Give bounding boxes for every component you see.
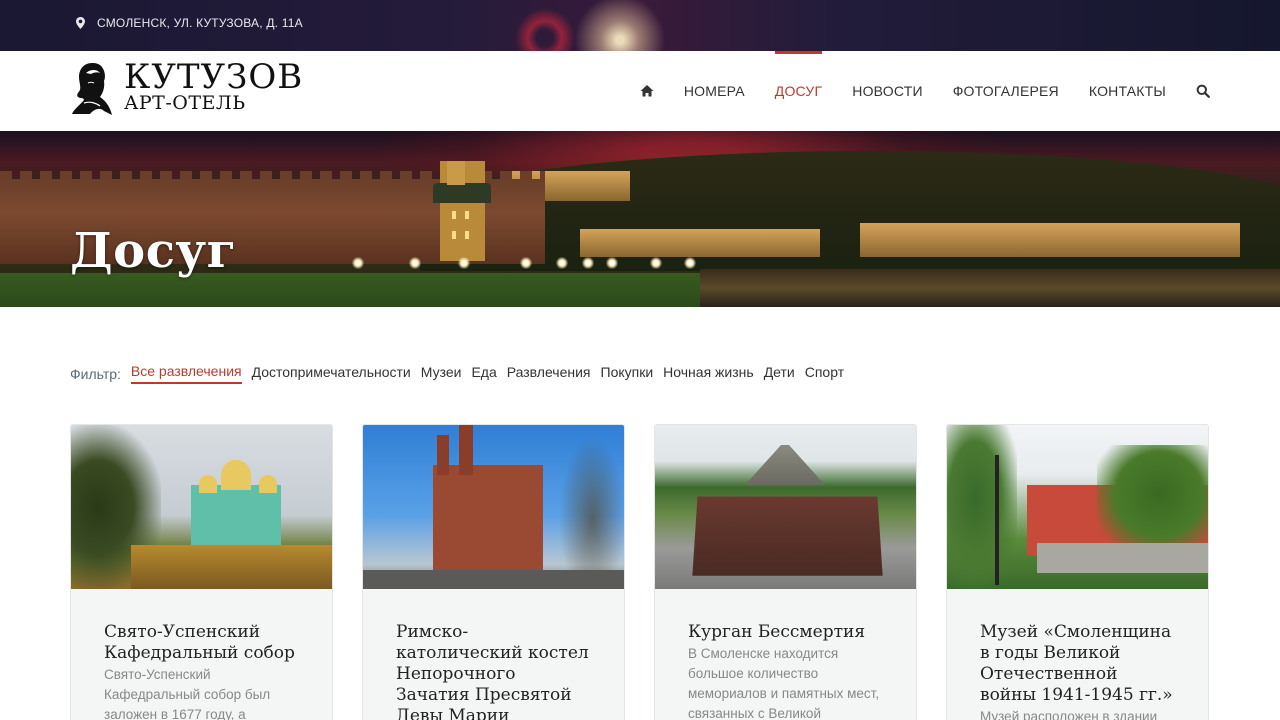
top-bar: СМОЛЕНСК, УЛ. КУТУЗОВА, Д. 11А [0, 0, 1280, 51]
kremlin-tower-roof [433, 183, 491, 203]
nav-news[interactable]: НОВОСТИ [852, 51, 922, 131]
attraction-card[interactable]: Курган Бессмертия В Смоленске находится … [654, 424, 917, 720]
kutuzov-bust-logo-icon [72, 63, 112, 115]
tower-window [465, 211, 469, 219]
card-title[interactable]: Музей «Смоленщина в годы Великой Отечест… [980, 622, 1175, 706]
street-light [556, 257, 568, 269]
church-photo[interactable] [363, 425, 624, 589]
filter-label: Фильтр: [70, 365, 121, 382]
map-pin-icon [76, 17, 85, 29]
card-title[interactable]: Курган Бессмертия [688, 622, 883, 643]
memorial-photo[interactable] [655, 425, 916, 589]
street-light [409, 257, 421, 269]
nav-rooms[interactable]: НОМЕРА [684, 51, 745, 131]
kremlin-tower-top [447, 161, 465, 185]
hero-buildings [860, 223, 1240, 257]
header: КУТУЗОВ АРТ-ОТЕЛЬ НОМЕРА ДОСУГ НОВОСТИ Ф… [0, 51, 1280, 131]
card-text: Музей расположен в здании [980, 709, 1158, 720]
nav-home[interactable] [640, 51, 654, 131]
cathedral-photo[interactable] [71, 425, 332, 589]
logo[interactable]: КУТУЗОВ АРТ-ОТЕЛЬ [70, 59, 303, 117]
attraction-card[interactable]: Свято-Успенский Кафедральный собор Свято… [70, 424, 333, 720]
tower-window [452, 231, 456, 239]
home-icon [640, 85, 654, 97]
hero-banner: Досуг [0, 131, 1280, 307]
street-light [684, 257, 696, 269]
street-light [458, 257, 470, 269]
nav-gallery[interactable]: ФОТОГАЛЕРЕЯ [953, 51, 1059, 131]
category-filter: Фильтр: Все развлечения Достопримечатель… [70, 363, 854, 384]
street-light [650, 257, 662, 269]
filter-entertainment[interactable]: Развлечения [507, 364, 591, 383]
filter-sights[interactable]: Достопримечательности [252, 364, 411, 383]
tower-window [465, 231, 469, 239]
tower-window [452, 211, 456, 219]
nav-search[interactable] [1196, 51, 1210, 131]
attraction-card[interactable]: Римско-католический костел Непорочного З… [362, 424, 625, 720]
nav-contacts[interactable]: КОНТАКТЫ [1089, 51, 1166, 131]
address-text: СМОЛЕНСК, УЛ. КУТУЗОВА, Д. 11А [97, 16, 303, 30]
street-light [352, 257, 364, 269]
address: СМОЛЕНСК, УЛ. КУТУЗОВА, Д. 11А [76, 16, 303, 30]
filter-shopping[interactable]: Покупки [601, 364, 654, 383]
street-light [582, 257, 594, 269]
filter-sport[interactable]: Спорт [805, 364, 844, 383]
hero-buildings [580, 229, 820, 257]
nav-leisure[interactable]: ДОСУГ [774, 51, 823, 131]
filter-nightlife[interactable]: Ночная жизнь [663, 364, 754, 383]
page-title: Досуг [70, 223, 237, 279]
street-light [606, 257, 618, 269]
filter-food[interactable]: Еда [471, 364, 496, 383]
filter-all[interactable]: Все развлечения [130, 363, 242, 384]
street-light [520, 257, 532, 269]
attractions-grid: Свято-Успенский Кафедральный собор Свято… [70, 424, 1209, 720]
card-title[interactable]: Свято-Успенский Кафедральный собор [104, 622, 299, 664]
attraction-card[interactable]: Музей «Смоленщина в годы Великой Отечест… [946, 424, 1209, 720]
hero-river [700, 269, 1280, 307]
main-nav: НОМЕРА ДОСУГ НОВОСТИ ФОТОГАЛЕРЕЯ КОНТАКТ… [610, 51, 1210, 131]
search-icon [1196, 84, 1210, 98]
card-text: Свято-Успенский Кафедральный собор был з… [104, 667, 271, 720]
card-title[interactable]: Римско-католический костел Непорочного З… [396, 622, 591, 720]
fireworks-decoration [560, 0, 680, 51]
museum-photo[interactable] [947, 425, 1208, 589]
filter-museums[interactable]: Музеи [421, 364, 462, 383]
logo-title: КУТУЗОВ [124, 57, 304, 97]
card-text: В Смоленске находится большое количество… [688, 646, 880, 720]
filter-kids[interactable]: Дети [764, 364, 795, 383]
